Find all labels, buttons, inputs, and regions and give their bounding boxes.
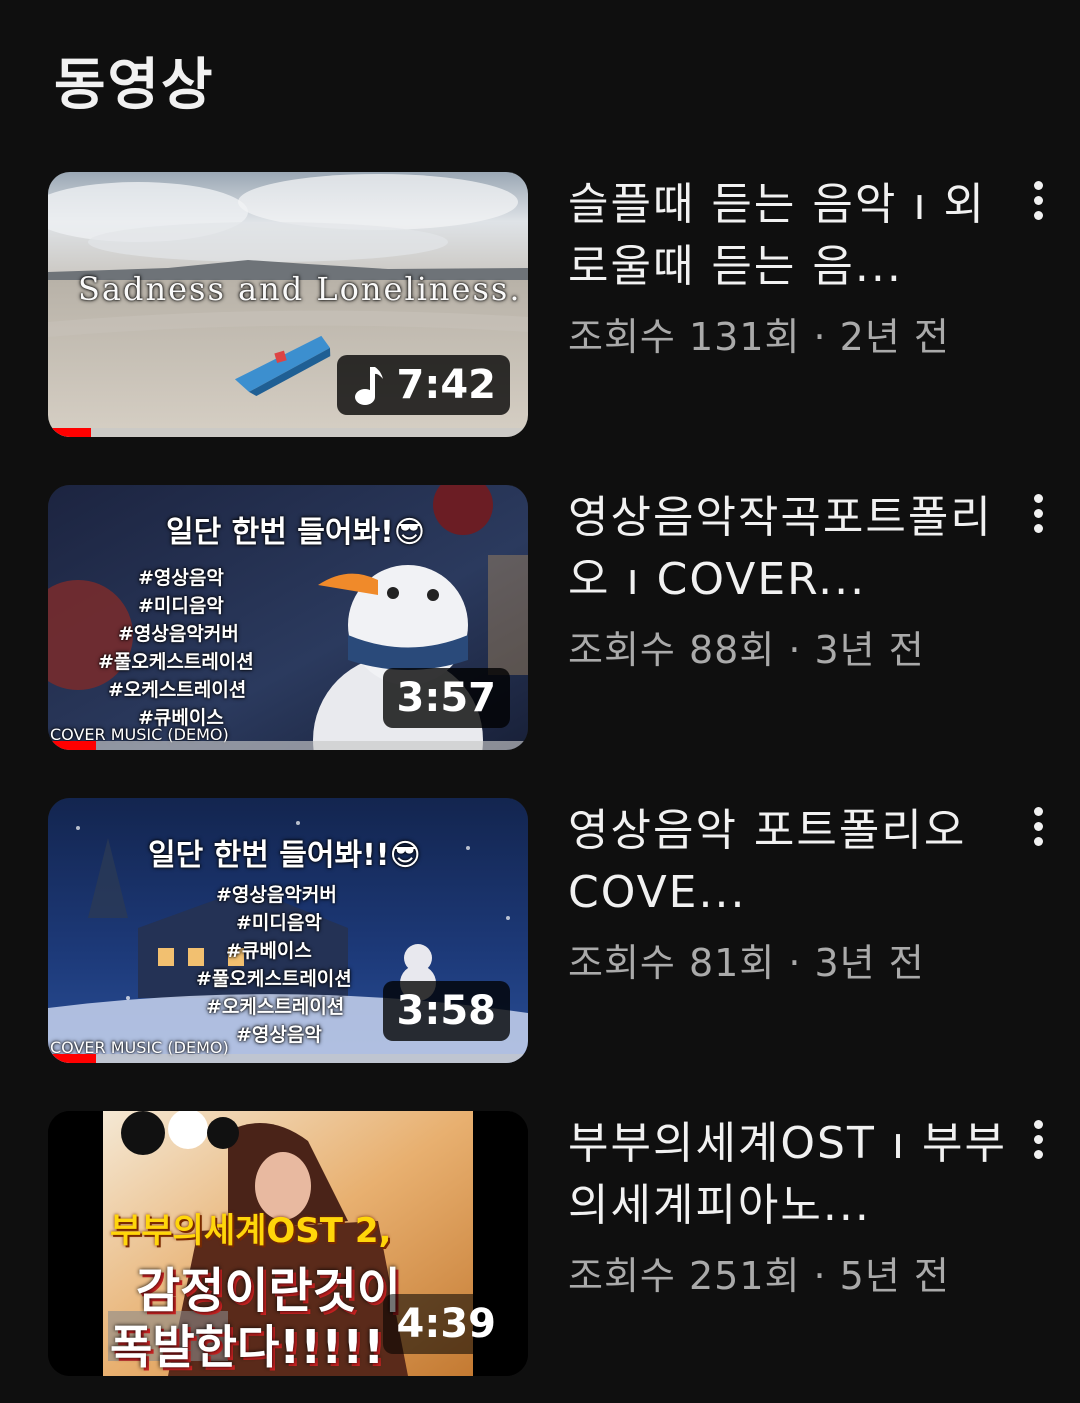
watch-progress-bar (48, 741, 528, 750)
thumbnail-hashtag: #미디음악 (236, 912, 322, 934)
video-title[interactable]: 영상음악작곡포트폴리오 ı COVER... (568, 487, 1008, 611)
video-meta: 슬플때 듣는 음악 ı 외로울때 듣는 음... 조회수 131회 · 2년 전 (568, 172, 1008, 361)
video-meta: 영상음악 포트폴리오 COVE... 조회수 81회 · 3년 전 (568, 798, 1008, 987)
duration-badge: 7:42 (336, 355, 510, 415)
video-stats: 조회수 251회 · 5년 전 (568, 1254, 950, 1298)
more-vert-icon[interactable] (1022, 176, 1054, 224)
video-title[interactable]: 슬플때 듣는 음악 ı 외로울때 듣는 음... (568, 174, 1008, 298)
video-thumbnail[interactable]: Sadness and Loneliness. 7:42 (48, 172, 528, 437)
video-title[interactable]: 부부의세계OST ı 부부의세계피아노... (568, 1113, 1008, 1237)
thumbnail-hashtag: #오케스트레이션 (108, 679, 247, 701)
duration-badge: 4:39 (382, 1294, 510, 1354)
thumbnail-hashtag: #미디음악 (138, 595, 224, 617)
video-thumbnail[interactable]: 일단 한번 들어봐!!😎 #영상음악커버 #미디음악 #큐베이스 #풀오케스트레… (48, 798, 528, 1063)
watch-progress-fill (48, 741, 96, 750)
duration-text: 4:39 (396, 1301, 497, 1347)
more-vert-icon[interactable] (1022, 1115, 1054, 1163)
video-title[interactable]: 영상음악 포트폴리오 COVE... (568, 800, 1008, 924)
duration-badge: 3:57 (382, 668, 510, 728)
thumbnail-headline: 일단 한번 들어봐!😎 (166, 515, 426, 550)
video-item[interactable]: 부부의세계OST 2, 감정이란것이 폭발한다!!!!! 4:39 부부의세계O… (0, 1111, 1080, 1379)
video-stats: 조회수 131회 · 2년 전 (568, 315, 950, 359)
video-stats: 조회수 81회 · 3년 전 (568, 941, 925, 985)
thumbnail-hashtag: #영상음악커버 (216, 884, 337, 906)
thumbnail-headline: 부부의세계OST 2, (110, 1211, 392, 1251)
watch-progress-fill (48, 1054, 96, 1063)
watch-progress-fill (48, 428, 92, 437)
watch-progress-bar (48, 1054, 528, 1063)
thumbnail-hashtag: #풀오케스트레이션 (98, 651, 254, 673)
thumbnail-headline: 일단 한번 들어봐!!😎 (148, 838, 421, 873)
video-item[interactable]: Sadness and Loneliness. 7:42 슬플때 듣는 음악 ı… (0, 172, 1080, 440)
more-vert-icon[interactable] (1022, 489, 1054, 537)
thumbnail-hashtag: #영상음악커버 (118, 623, 239, 645)
video-meta: 영상음악작곡포트폴리오 ı COVER... 조회수 88회 · 3년 전 (568, 485, 1008, 674)
video-item[interactable]: 일단 한번 들어봐!!😎 #영상음악커버 #미디음악 #큐베이스 #풀오케스트레… (0, 798, 1080, 1066)
video-thumbnail[interactable]: 부부의세계OST 2, 감정이란것이 폭발한다!!!!! 4:39 (48, 1111, 528, 1376)
video-thumbnail[interactable]: 일단 한번 들어봐!😎 #영상음악 #미디음악 #영상음악커버 #풀오케스트레이… (48, 485, 528, 750)
thumbnail-hashtag: #영상음악 (236, 1024, 322, 1046)
video-meta: 부부의세계OST ı 부부의세계피아노... 조회수 251회 · 5년 전 (568, 1111, 1008, 1300)
video-item[interactable]: 일단 한번 들어봐!😎 #영상음악 #미디음악 #영상음악커버 #풀오케스트레이… (0, 485, 1080, 753)
watch-progress-bar (48, 428, 528, 437)
video-stats: 조회수 88회 · 3년 전 (568, 628, 925, 672)
thumbnail-hashtag: #영상음악 (138, 567, 224, 589)
thumbnail-headline: 폭발한다!!!!! (110, 1320, 385, 1374)
thumbnail-caption: Sadness and Loneliness. (78, 270, 522, 308)
more-vert-icon[interactable] (1022, 802, 1054, 850)
duration-text: 7:42 (396, 362, 497, 408)
thumbnail-hashtag: #큐베이스 (226, 940, 312, 962)
duration-text: 3:58 (396, 988, 497, 1034)
duration-text: 3:57 (396, 675, 497, 721)
music-note-icon (354, 367, 383, 405)
section-title: 동영상 (54, 53, 215, 118)
duration-badge: 3:58 (382, 981, 510, 1041)
thumbnail-hashtag: #오케스트레이션 (206, 996, 345, 1018)
thumbnail-hashtag: #풀오케스트레이션 (196, 968, 352, 990)
